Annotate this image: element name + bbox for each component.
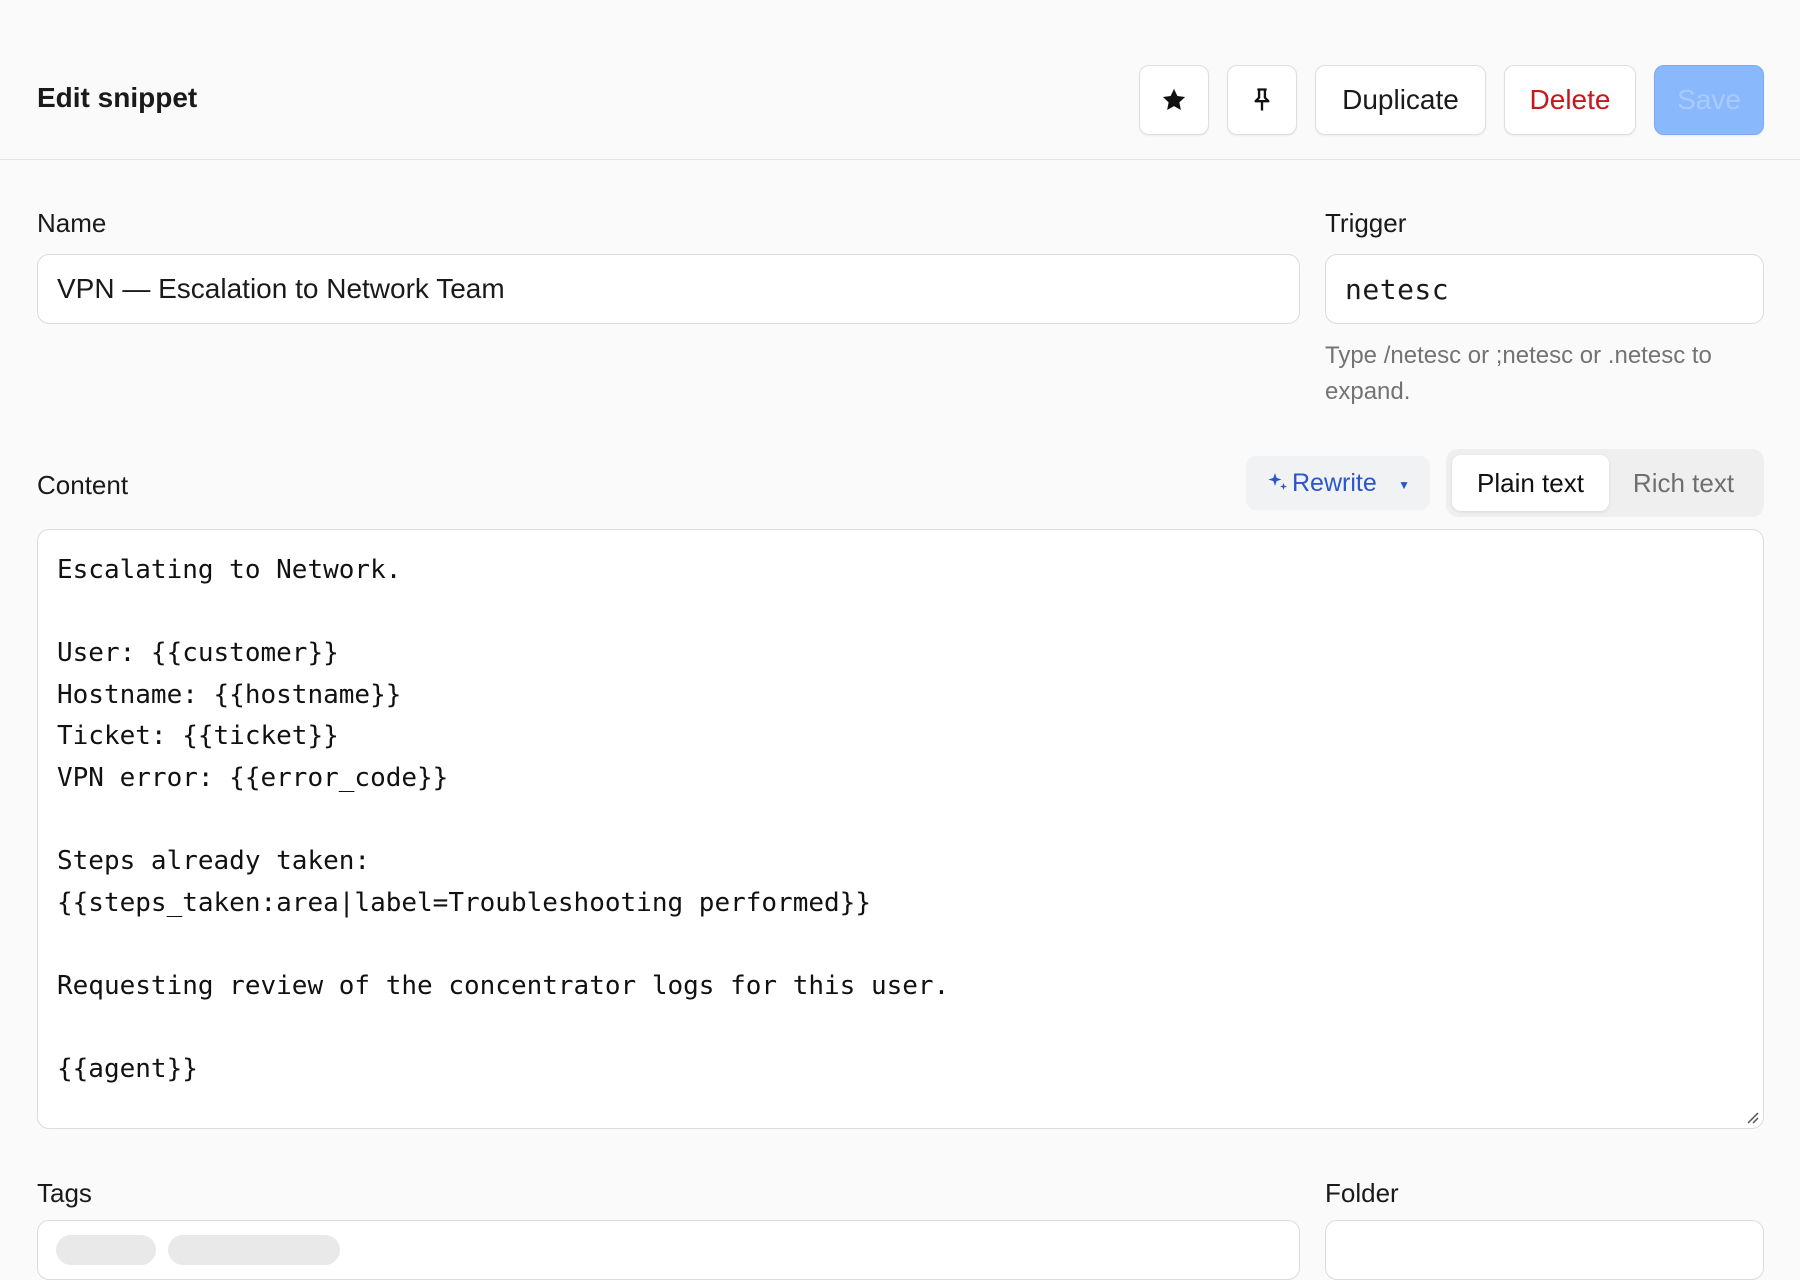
duplicate-button[interactable]: Duplicate [1315,65,1486,135]
page-title: Edit snippet [37,82,198,113]
rewrite-label: Rewrite [1292,468,1377,497]
name-label: Name [37,208,107,238]
star-icon [1162,88,1186,111]
content-label: Content [37,470,129,500]
content-editor[interactable]: Escalating to Network. User: {{customer}… [37,529,1764,1129]
favorite-button[interactable] [1139,65,1209,135]
tab-rich-text[interactable]: Rich text [1609,455,1758,511]
content-mode-toggle: Plain text Rich text [1446,449,1764,517]
content-text: Escalating to Network. User: {{customer}… [57,555,950,1085]
name-input[interactable]: VPN — Escalation to Network Team [37,254,1300,324]
folder-select[interactable] [1325,1220,1764,1280]
tags-input[interactable] [37,1220,1300,1280]
pin-icon [1254,88,1270,111]
trigger-input[interactable]: netesc [1325,254,1764,324]
trigger-hint: Type /netesc or ;netesc or .netesc to ex… [1325,342,1712,405]
tab-plain-text[interactable]: Plain text [1452,455,1609,511]
tags-label: Tags [37,1178,92,1208]
trigger-label: Trigger [1325,208,1407,238]
delete-button[interactable]: Delete [1504,65,1636,135]
pin-button[interactable] [1227,65,1297,135]
rewrite-button[interactable]: Rewrite ▼ [1246,456,1430,510]
header-bar: Edit snippet Duplicate Delete Save [0,0,1800,160]
folder-label: Folder [1325,1178,1399,1208]
resize-handle-icon[interactable] [1743,1108,1759,1124]
sparkle-icon [1268,473,1287,490]
chevron-down-icon[interactable]: ▼ [1398,478,1410,492]
save-button[interactable]: Save [1654,65,1764,135]
